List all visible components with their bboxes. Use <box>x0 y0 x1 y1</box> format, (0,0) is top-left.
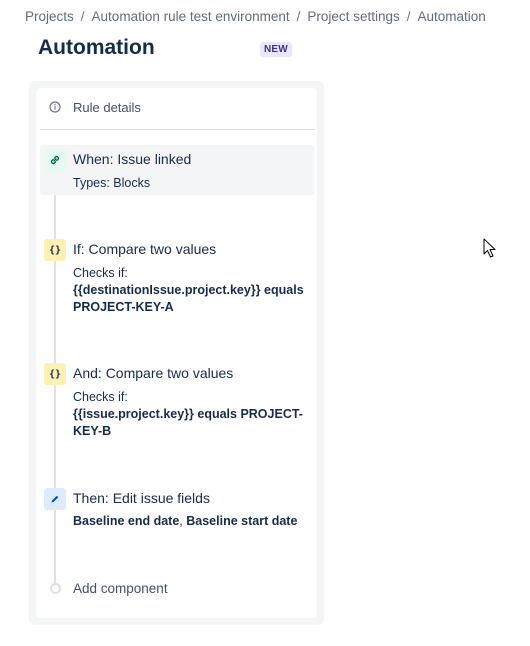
page-title: Automation <box>38 36 155 59</box>
add-component-button[interactable]: Add component <box>40 578 314 600</box>
divider <box>40 129 315 130</box>
action-title: Then: Edit issue fields <box>73 490 210 506</box>
trigger-step[interactable]: When: Issue linked Types: Blocks <box>40 145 314 195</box>
rule-details-label: Rule details <box>73 100 141 115</box>
breadcrumb-separator: / <box>80 9 85 24</box>
breadcrumb-project[interactable]: Automation rule test environment <box>92 9 290 24</box>
action-field-start-date: Baseline start date <box>186 514 298 528</box>
condition-and-title: And: Compare two values <box>73 365 234 381</box>
add-component-circle-icon <box>50 583 61 594</box>
add-component-label: Add component <box>73 581 168 596</box>
condition-step-and[interactable]: {} And: Compare two values Checks if: {{… <box>40 361 314 443</box>
condition-if-label: Checks if: <box>73 266 128 280</box>
rule-details-button[interactable]: Rule details <box>40 93 315 123</box>
condition-if-title: If: Compare two values <box>73 241 217 257</box>
breadcrumb: Projects / Automation rule test environmen… <box>25 9 486 24</box>
breadcrumb-separator: / <box>406 9 411 24</box>
trigger-detail: Types: Blocks <box>73 176 151 190</box>
action-fields: Baseline end date, Baseline start date <box>73 514 297 528</box>
trigger-title: When: Issue linked <box>73 151 192 167</box>
pencil-icon <box>44 488 66 510</box>
action-field-end-date: Baseline end date <box>73 514 180 528</box>
breadcrumb-project-settings[interactable]: Project settings <box>307 9 399 24</box>
condition-step-if[interactable]: {} If: Compare two values Checks if: {{d… <box>40 237 314 319</box>
new-badge: NEW <box>260 42 292 57</box>
mouse-cursor-icon <box>483 238 496 258</box>
breadcrumb-automation[interactable]: Automation <box>417 9 485 24</box>
condition-and-value: {{issue.project.key}} equals PROJECT-KEY… <box>73 407 303 438</box>
link-icon <box>44 149 66 171</box>
breadcrumb-separator: / <box>296 9 301 24</box>
braces-icon: {} <box>44 363 66 385</box>
info-icon <box>49 101 61 113</box>
breadcrumb-projects[interactable]: Projects <box>25 9 74 24</box>
braces-icon: {} <box>44 239 66 261</box>
condition-if-value: {{destinationIssue.project.key}} equals … <box>73 283 304 314</box>
action-step[interactable]: Then: Edit issue fields Baseline end dat… <box>40 486 314 532</box>
condition-and-label: Checks if: <box>73 390 128 404</box>
